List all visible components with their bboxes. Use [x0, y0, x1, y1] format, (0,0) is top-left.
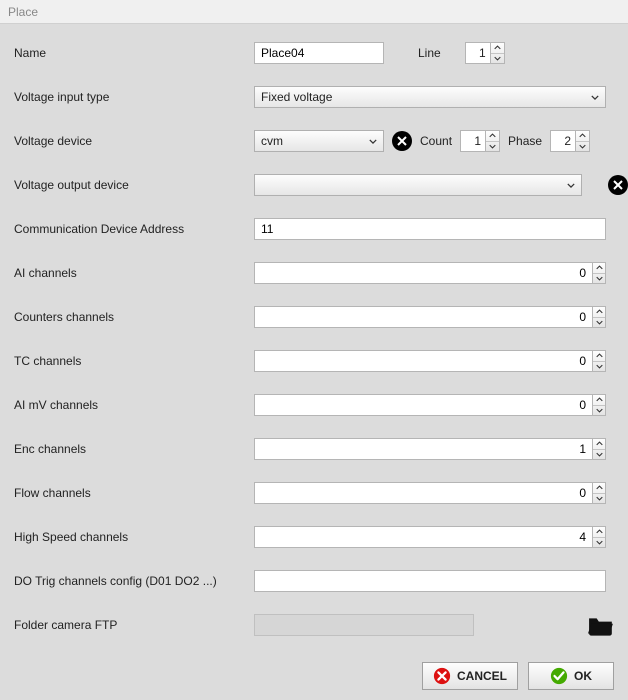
cancel-button[interactable]: CANCEL	[422, 662, 518, 690]
vin-type-combo[interactable]: Fixed voltage	[254, 86, 606, 108]
count-value: 1	[461, 131, 485, 151]
line-spin-up[interactable]	[491, 43, 504, 54]
hispeed-label: High Speed channels	[14, 530, 254, 544]
aimv-input[interactable]	[254, 394, 592, 416]
line-spin-down[interactable]	[491, 54, 504, 64]
counters-spin-up[interactable]	[593, 307, 605, 318]
counters-input[interactable]	[254, 306, 592, 328]
enc-label: Enc channels	[14, 442, 254, 456]
ftp-label: Folder camera FTP	[14, 618, 254, 632]
count-label: Count	[420, 134, 452, 148]
commaddr-label: Communication Device Address	[14, 222, 254, 236]
vout-label: Voltage output device	[14, 178, 254, 192]
vdev-combo[interactable]: cvm	[254, 130, 384, 152]
cancel-label: CANCEL	[457, 669, 507, 683]
commaddr-input[interactable]	[254, 218, 606, 240]
flow-label: Flow channels	[14, 486, 254, 500]
vin-type-label: Voltage input type	[14, 90, 254, 104]
line-value: 1	[466, 43, 490, 63]
vout-combo[interactable]	[254, 174, 582, 196]
browse-folder-button[interactable]	[588, 614, 614, 636]
vdev-label: Voltage device	[14, 134, 254, 148]
enc-spin-down[interactable]	[593, 450, 605, 460]
hispeed-input[interactable]	[254, 526, 592, 548]
vin-type-value: Fixed voltage	[261, 90, 332, 104]
enc-input[interactable]	[254, 438, 592, 460]
line-label: Line	[418, 46, 441, 60]
vdev-clear-button[interactable]	[392, 131, 412, 151]
phase-label: Phase	[508, 134, 542, 148]
count-spinner[interactable]: 1	[460, 130, 500, 152]
ai-spin-up[interactable]	[593, 263, 605, 274]
ok-button[interactable]: OK	[528, 662, 614, 690]
tc-spin-down[interactable]	[593, 362, 605, 372]
tc-spin-up[interactable]	[593, 351, 605, 362]
flow-spin-down[interactable]	[593, 494, 605, 504]
cancel-icon	[433, 667, 451, 685]
flow-spin-up[interactable]	[593, 483, 605, 494]
vdev-value: cvm	[261, 134, 283, 148]
chevron-down-icon	[567, 183, 575, 188]
phase-spinner[interactable]: 2	[550, 130, 590, 152]
ftp-input[interactable]	[254, 614, 474, 636]
vout-clear-button[interactable]	[608, 175, 628, 195]
name-input[interactable]	[254, 42, 384, 64]
line-spinner[interactable]: 1	[465, 42, 505, 64]
name-label: Name	[14, 46, 254, 60]
hispeed-spin-up[interactable]	[593, 527, 605, 538]
count-spin-up[interactable]	[486, 131, 499, 142]
enc-spin-up[interactable]	[593, 439, 605, 450]
ok-icon	[550, 667, 568, 685]
window-title: Place	[8, 5, 38, 19]
chevron-down-icon	[591, 95, 599, 100]
flow-input[interactable]	[254, 482, 592, 504]
hispeed-spin-down[interactable]	[593, 538, 605, 548]
close-icon	[613, 180, 623, 190]
aimv-label: AI mV channels	[14, 398, 254, 412]
tc-label: TC channels	[14, 354, 254, 368]
ai-input[interactable]	[254, 262, 592, 284]
phase-value: 2	[551, 131, 575, 151]
ai-spin-down[interactable]	[593, 274, 605, 284]
folder-icon	[588, 614, 614, 636]
chevron-down-icon	[369, 139, 377, 144]
phase-spin-down[interactable]	[576, 142, 589, 152]
close-icon	[397, 136, 407, 146]
tc-input[interactable]	[254, 350, 592, 372]
aimv-spin-down[interactable]	[593, 406, 605, 416]
dotrig-input[interactable]	[254, 570, 606, 592]
aimv-spin-up[interactable]	[593, 395, 605, 406]
count-spin-down[interactable]	[486, 142, 499, 152]
counters-spin-down[interactable]	[593, 318, 605, 328]
dotrig-label: DO Trig channels config (D01 DO2 ...)	[14, 574, 254, 588]
ai-label: AI channels	[14, 266, 254, 280]
counters-label: Counters channels	[14, 310, 254, 324]
phase-spin-up[interactable]	[576, 131, 589, 142]
ok-label: OK	[574, 669, 592, 683]
title-bar: Place	[0, 0, 628, 24]
